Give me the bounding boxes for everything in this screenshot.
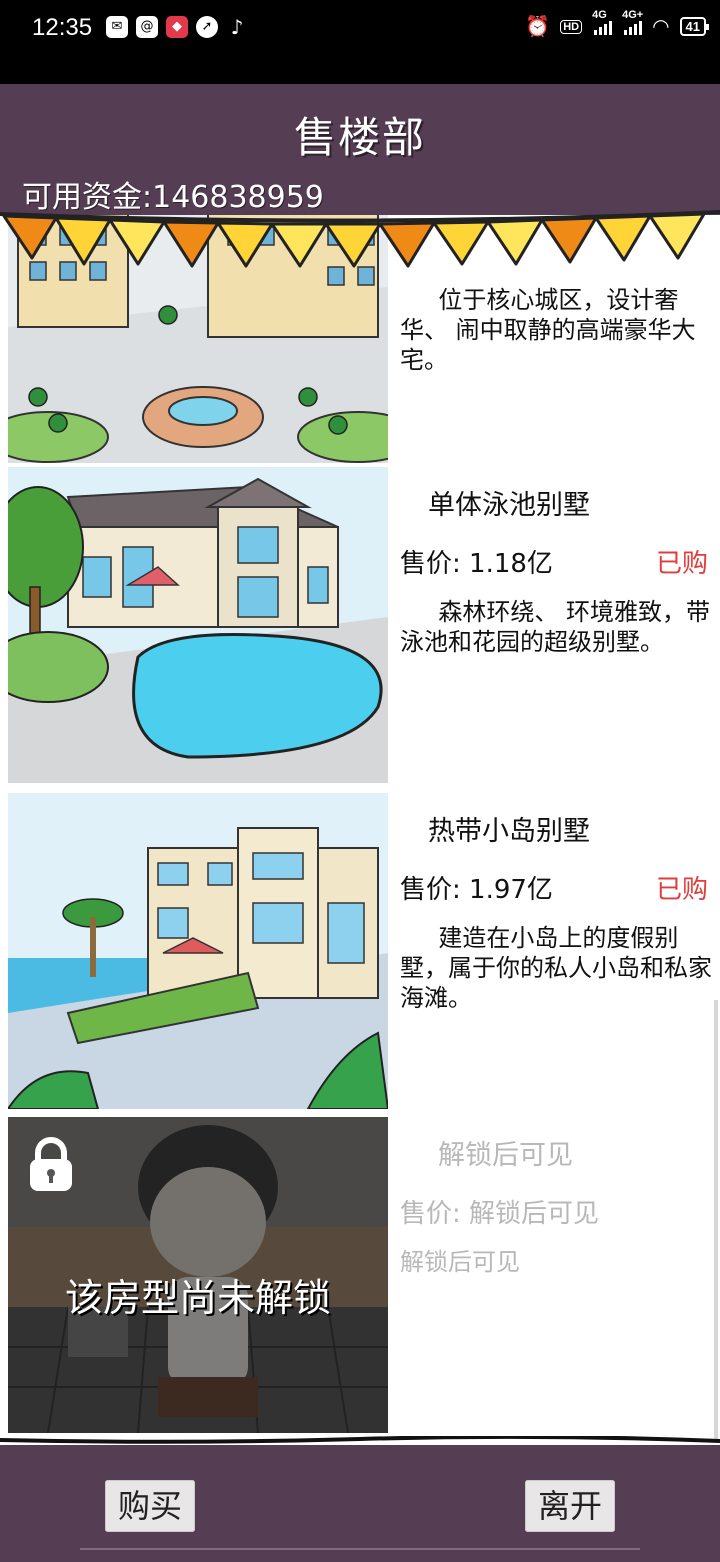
house-info: 单体泳池别墅 售价: 1.18亿 已购 森林环绕、 环境雅致，带泳池和花园的超级… (398, 467, 718, 783)
status-time: 12:35 (32, 14, 93, 41)
purchased-badge: 已购 (655, 549, 708, 579)
mail-icon: ✉ (106, 16, 128, 38)
house-description: 位于核心城区，设计奢华、 闹中取静的高端豪华大宅。 (400, 286, 696, 374)
signal-icon: 4G (592, 9, 613, 35)
list-item[interactable]: 热带小岛别墅 售价: 1.97亿 已购 建造在小岛上的度假别墅，属于你的私人小岛… (8, 793, 720, 1109)
house-image (8, 467, 388, 783)
list-item[interactable]: 该房型尚未解锁 解锁后可见 售价: 解锁后可见 解锁后可见 (8, 1117, 720, 1433)
app-icon: ◆ (166, 16, 188, 38)
house-description: 解锁后可见 (400, 1248, 520, 1276)
at-icon: @ (136, 16, 158, 38)
house-description: 森林环绕、 环境雅致，带泳池和花园的超级别墅。 (400, 598, 711, 656)
page-title: 售楼部 (293, 113, 426, 162)
tiktok-icon: ♪ (230, 15, 244, 39)
status-indicators: ⏰ HD 4G 4G+ ◠ 41 (525, 9, 710, 39)
locked-label: 该房型尚未解锁 (64, 1276, 331, 1320)
alarm-icon: ⏰ (525, 16, 551, 38)
house-name: 解锁后可见 (438, 1140, 573, 1171)
house-name: 单体泳池别墅 (428, 490, 590, 521)
house-price: 售价: 1.18亿 (400, 549, 553, 579)
house-info: 热带小岛别墅 售价: 1.97亿 已购 建造在小岛上的度假别墅，属于你的私人小岛… (398, 793, 718, 1109)
lock-icon (26, 1135, 76, 1197)
compass-icon: ➚ (196, 16, 218, 38)
notification-icons: ✉ @ ◆ ➚ ♪ (106, 16, 248, 38)
house-description: 建造在小岛上的度假别墅，属于你的私人小岛和私家海滩。 (400, 924, 712, 1012)
house-price: 售价: 1.97亿 (400, 875, 553, 905)
status-bar: 12:35 ✉ @ ◆ ➚ ♪ ⏰ HD 4G 4G+ ◠ 41 (0, 0, 720, 84)
wifi-icon: ◠ (652, 16, 670, 38)
house-image (8, 793, 388, 1109)
hd-icon: HD (560, 19, 583, 34)
bunting-decoration (0, 210, 720, 268)
list-item[interactable]: 单体泳池别墅 售价: 1.18亿 已购 森林环绕、 环境雅致，带泳池和花园的超级… (8, 467, 720, 783)
scrollbar[interactable] (714, 1000, 718, 1440)
house-price: 售价: 解锁后可见 (400, 1199, 600, 1229)
battery-icon: 41 (679, 17, 710, 36)
leave-button[interactable]: 离开 (525, 1480, 615, 1532)
purchased-badge: 已购 (655, 875, 708, 905)
panel-edge-decoration (0, 1436, 720, 1444)
buy-button[interactable]: 购买 (105, 1480, 195, 1532)
house-name: 热带小岛别墅 (428, 816, 590, 847)
signal-icon: 4G+ (622, 9, 643, 35)
house-info: 解锁后可见 售价: 解锁后可见 解锁后可见 (398, 1117, 718, 1433)
house-list[interactable]: 位于核心城区，设计奢华、 闹中取静的高端豪华大宅。 单体泳池别墅 售价: 1.1… (0, 215, 720, 1445)
